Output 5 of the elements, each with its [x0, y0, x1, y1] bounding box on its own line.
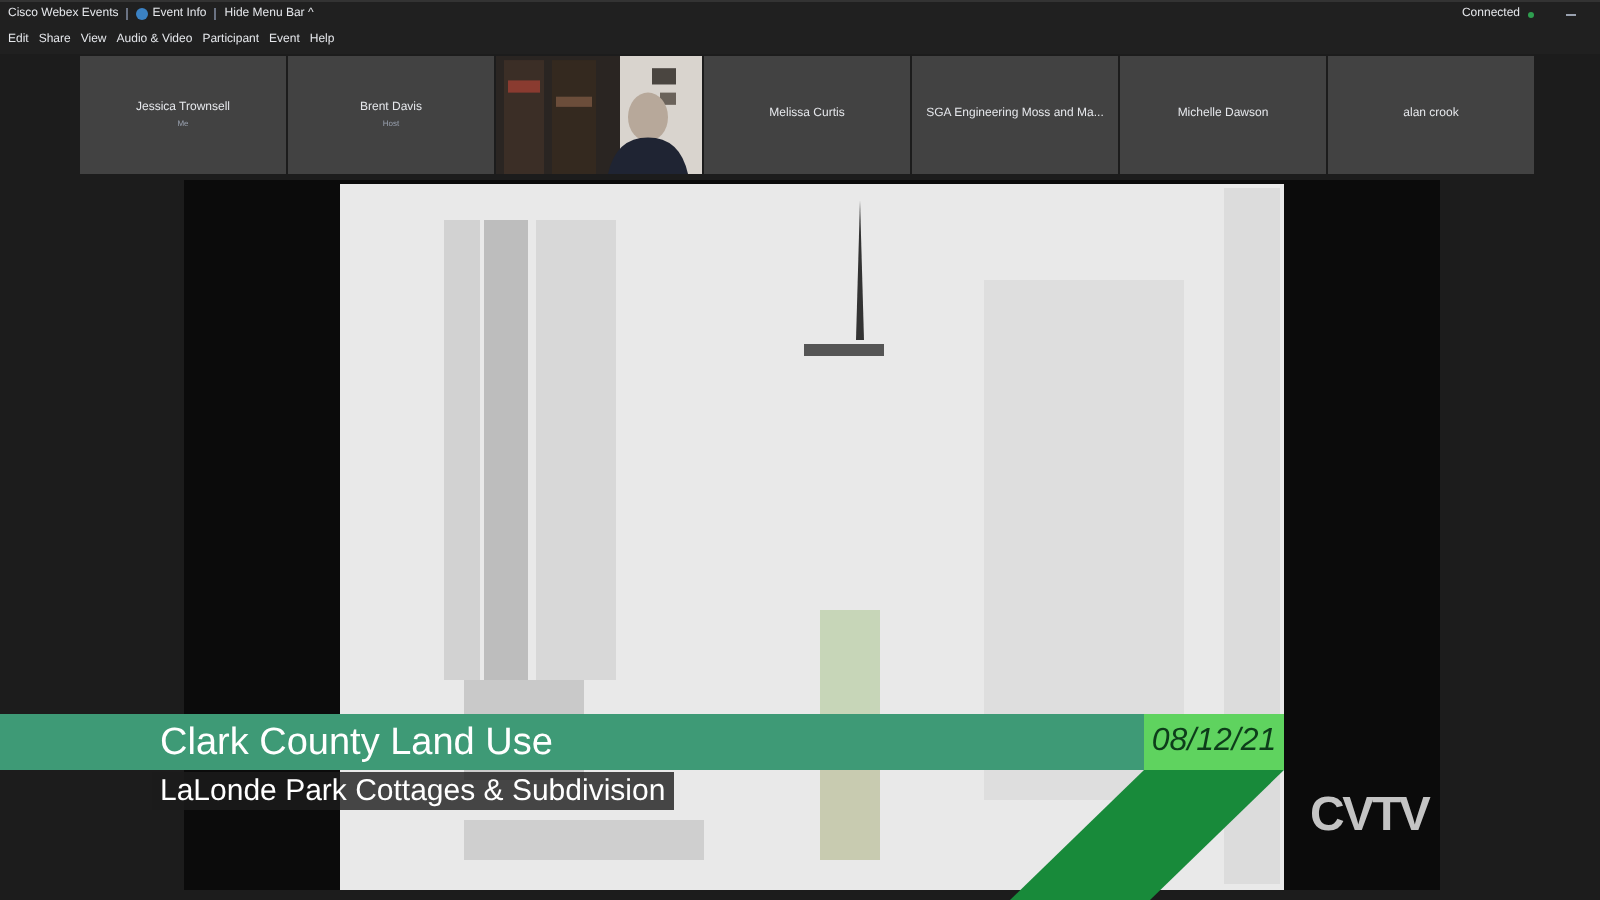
- minimize-icon[interactable]: [1566, 13, 1576, 15]
- banner-title: Clark County Land Use: [160, 723, 553, 761]
- banner-date: 08/12/21: [1151, 722, 1277, 762]
- channel-logo: CVTV: [1310, 792, 1429, 840]
- diagonal-stripe-icon: [1010, 770, 1284, 900]
